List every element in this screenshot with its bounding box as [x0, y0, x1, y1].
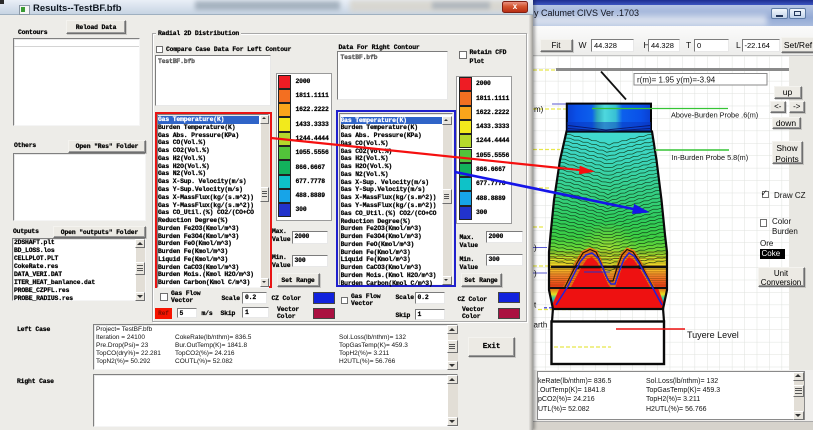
- svg-text:): ): [534, 244, 537, 253]
- svg-text:Above-Burden Probe .6(m): Above-Burden Probe .6(m): [671, 111, 758, 120]
- svg-text:In-Burden Probe 5.8(m): In-Burden Probe 5.8(m): [672, 153, 749, 162]
- svg-text:r(m)= 1.95 y(m)=-3.94: r(m)= 1.95 y(m)=-3.94: [637, 75, 716, 84]
- svg-text:Tuyere Level: Tuyere Level: [687, 330, 739, 340]
- svg-text:): ): [534, 269, 537, 278]
- svg-text:arth: arth: [534, 321, 548, 330]
- svg-text:m): m): [534, 105, 544, 114]
